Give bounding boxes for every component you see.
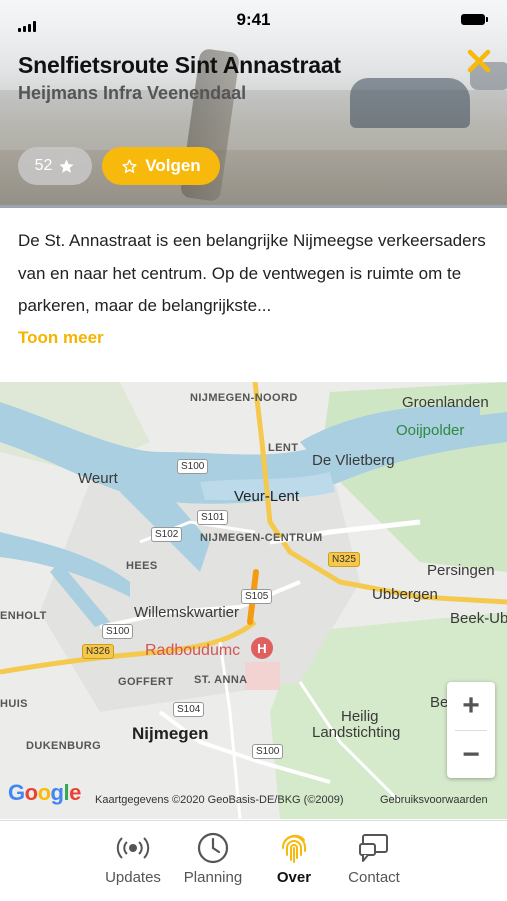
- map-label: DUKENBURG: [26, 740, 102, 752]
- tab-label: Updates: [105, 869, 161, 886]
- tab-bar: Updates Planning Over Contact: [0, 820, 507, 901]
- map-label: Weurt: [78, 470, 118, 487]
- photo-divider: [0, 205, 507, 208]
- map-label: NIJMEGEN-CENTRUM: [200, 532, 323, 544]
- broadcast-icon: [116, 837, 150, 859]
- road-shield: S101: [197, 510, 229, 525]
- map-label: ST. ANNA: [194, 674, 248, 686]
- map-label: Nijmegen: [132, 724, 209, 743]
- map-label: Ooijpolder: [396, 422, 465, 439]
- map-label: Veur-Lent: [234, 488, 300, 505]
- follow-button[interactable]: Volgen: [102, 147, 220, 185]
- road-shield: N326: [82, 644, 114, 659]
- map-label: LENT: [268, 442, 299, 454]
- map-view[interactable]: H NIJMEGEN-NOORD Groenlanden Ooijpolder …: [0, 382, 507, 819]
- map-label: Beek-Ub: [450, 610, 507, 627]
- battery-icon: [461, 14, 488, 25]
- map-label: Ubbergen: [372, 586, 438, 603]
- road-shield: S100: [252, 744, 284, 759]
- tab-label: Planning: [183, 869, 243, 886]
- road-shield: N325: [328, 552, 360, 567]
- map-label: Radboudumc: [145, 642, 241, 659]
- map-label: Groenlanden: [402, 394, 489, 411]
- page-subtitle: Heijmans Infra Veenendaal: [18, 83, 247, 103]
- map-label: Be: [430, 694, 449, 711]
- fingerprint-icon: [281, 834, 306, 863]
- map-label: Heilig: [341, 708, 379, 725]
- star-icon: [59, 158, 74, 173]
- clock-icon: [197, 832, 229, 864]
- map-label: ENHOLT: [0, 610, 47, 622]
- rating-badge: 52: [18, 147, 92, 185]
- tab-label: Contact: [348, 869, 400, 886]
- star-outline-icon: [122, 158, 137, 173]
- zoom-in-button[interactable]: +: [447, 682, 495, 730]
- google-logo[interactable]: Google: [8, 780, 81, 806]
- road-shield: S104: [173, 702, 205, 717]
- map-label: HUIS: [0, 698, 28, 710]
- zoom-out-button[interactable]: −: [447, 731, 495, 779]
- map-label: De Vlietberg: [312, 452, 395, 469]
- project-description: De St. Annastraat is een belangrijke Nij…: [18, 231, 486, 315]
- tab-planning[interactable]: Planning: [168, 831, 258, 886]
- map-label: GOFFERT: [118, 676, 174, 688]
- chat-icon: [359, 834, 388, 862]
- page-title: Snelfietsroute Sint Annastraat: [18, 52, 341, 78]
- map-zoom-control: + −: [447, 682, 495, 778]
- follow-label: Volgen: [145, 156, 201, 175]
- tab-over[interactable]: Over: [249, 831, 339, 886]
- road-shield: S100: [102, 624, 134, 639]
- status-time: 9:41: [236, 10, 271, 29]
- rating-count: 52: [34, 157, 53, 174]
- status-bar: 9:41: [0, 0, 507, 40]
- tab-updates[interactable]: Updates: [88, 831, 178, 886]
- svg-text:H: H: [257, 641, 266, 656]
- road-shield: S105: [241, 589, 273, 604]
- road-shield: S102: [151, 527, 183, 542]
- map-terms-link[interactable]: Gebruiksvoorwaarden: [380, 794, 488, 806]
- close-button[interactable]: [464, 46, 494, 76]
- road-shield: S100: [177, 459, 209, 474]
- map-label: HEES: [126, 560, 158, 572]
- close-icon: [467, 49, 491, 73]
- tab-label: Over: [276, 869, 312, 886]
- map-attribution: Kaartgegevens ©2020 GeoBasis-DE/BKG (©20…: [95, 794, 344, 806]
- map-label: NIJMEGEN-NOORD: [190, 392, 298, 404]
- map-label: Willemskwartier: [134, 604, 239, 621]
- tab-contact[interactable]: Contact: [329, 831, 419, 886]
- map-label: Persingen: [427, 562, 495, 579]
- map-label: Landstichting: [312, 724, 401, 741]
- show-more-link[interactable]: Toon meer: [18, 328, 104, 348]
- photo-car: [350, 78, 470, 128]
